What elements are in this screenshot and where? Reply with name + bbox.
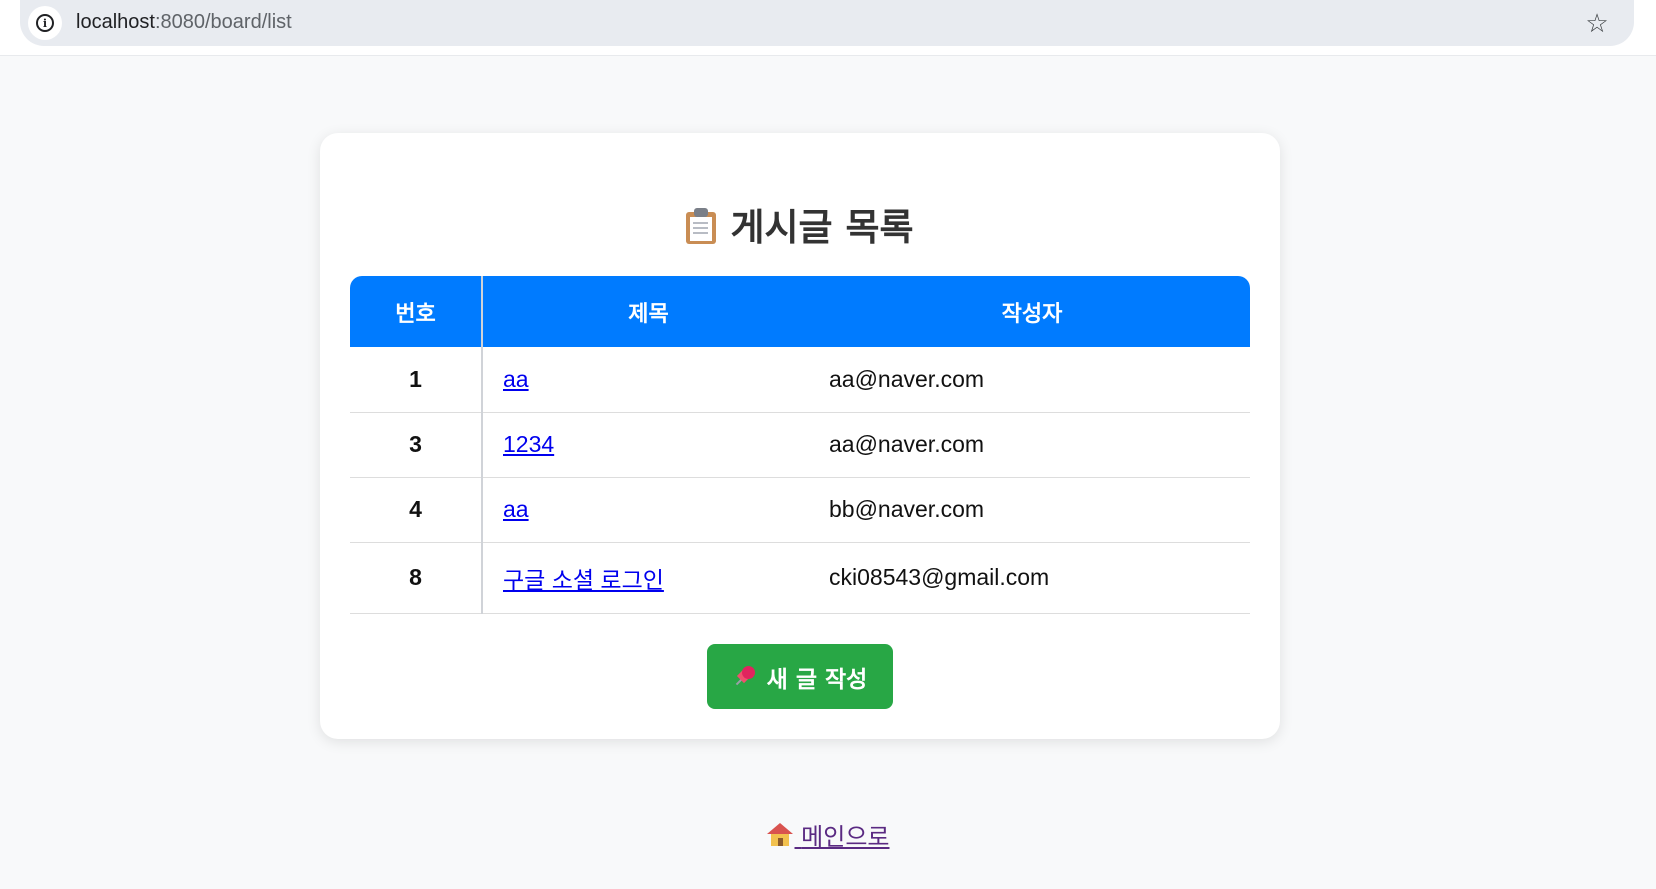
clipboard-icon [686, 208, 717, 244]
table-row: 4 aa bb@naver.com [350, 477, 1250, 543]
write-post-label: 새 글 작성 [766, 666, 868, 693]
home-link-label: 메인으로 [801, 824, 890, 851]
post-number: 3 [350, 412, 483, 478]
table-row: 8 구글 소셜 로그인 cki08543@gmail.com [350, 542, 1250, 614]
post-number: 1 [350, 347, 483, 413]
post-author: aa@naver.com [814, 347, 1250, 413]
home-link[interactable]: 메인으로 [766, 823, 890, 851]
table-row: 1 aa aa@naver.com [350, 347, 1250, 413]
pushpin-icon [733, 665, 757, 689]
post-title-link[interactable]: 구글 소셜 로그인 [503, 567, 664, 593]
address-bar[interactable]: i localhost:8080/board/list ☆ [20, 0, 1634, 46]
browser-toolbar: i localhost:8080/board/list ☆ [0, 0, 1656, 56]
url-path: :8080/board/list [154, 11, 292, 33]
post-title-cell: aa [482, 477, 814, 543]
home-link-container: 메인으로 [0, 817, 1656, 852]
house-icon [766, 823, 793, 847]
post-title-link[interactable]: aa [503, 366, 529, 392]
write-post-button[interactable]: 새 글 작성 [707, 644, 893, 709]
board-table: 번호 제목 작성자 1 aa aa@naver.com 3 1234 aa@na… [350, 276, 1250, 614]
board-card: 게시글 목록 번호 제목 작성자 1 aa aa@naver.com 3 123… [320, 133, 1280, 739]
column-header-title: 제목 [482, 276, 814, 347]
post-title-link[interactable]: 1234 [503, 431, 554, 457]
site-info-icon[interactable]: i [28, 6, 62, 40]
url-text[interactable]: localhost:8080/board/list [76, 11, 292, 34]
post-author: bb@naver.com [814, 477, 1250, 543]
table-header-row: 번호 제목 작성자 [350, 276, 1250, 347]
post-author: aa@naver.com [814, 412, 1250, 478]
post-author: cki08543@gmail.com [814, 542, 1250, 614]
post-title-link[interactable]: aa [503, 496, 529, 522]
column-header-no: 번호 [350, 276, 483, 347]
url-host: localhost [76, 11, 155, 33]
post-number: 4 [350, 477, 483, 543]
table-row: 3 1234 aa@naver.com [350, 412, 1250, 478]
bookmark-star-icon[interactable]: ☆ [1580, 6, 1614, 40]
post-title-cell: aa [482, 347, 814, 413]
page-title-text: 게시글 목록 [730, 206, 914, 249]
post-title-cell: 구글 소셜 로그인 [482, 542, 814, 614]
post-title-cell: 1234 [482, 412, 814, 478]
page-title: 게시글 목록 [320, 197, 1280, 251]
post-number: 8 [350, 542, 483, 614]
column-header-author: 작성자 [814, 276, 1250, 347]
